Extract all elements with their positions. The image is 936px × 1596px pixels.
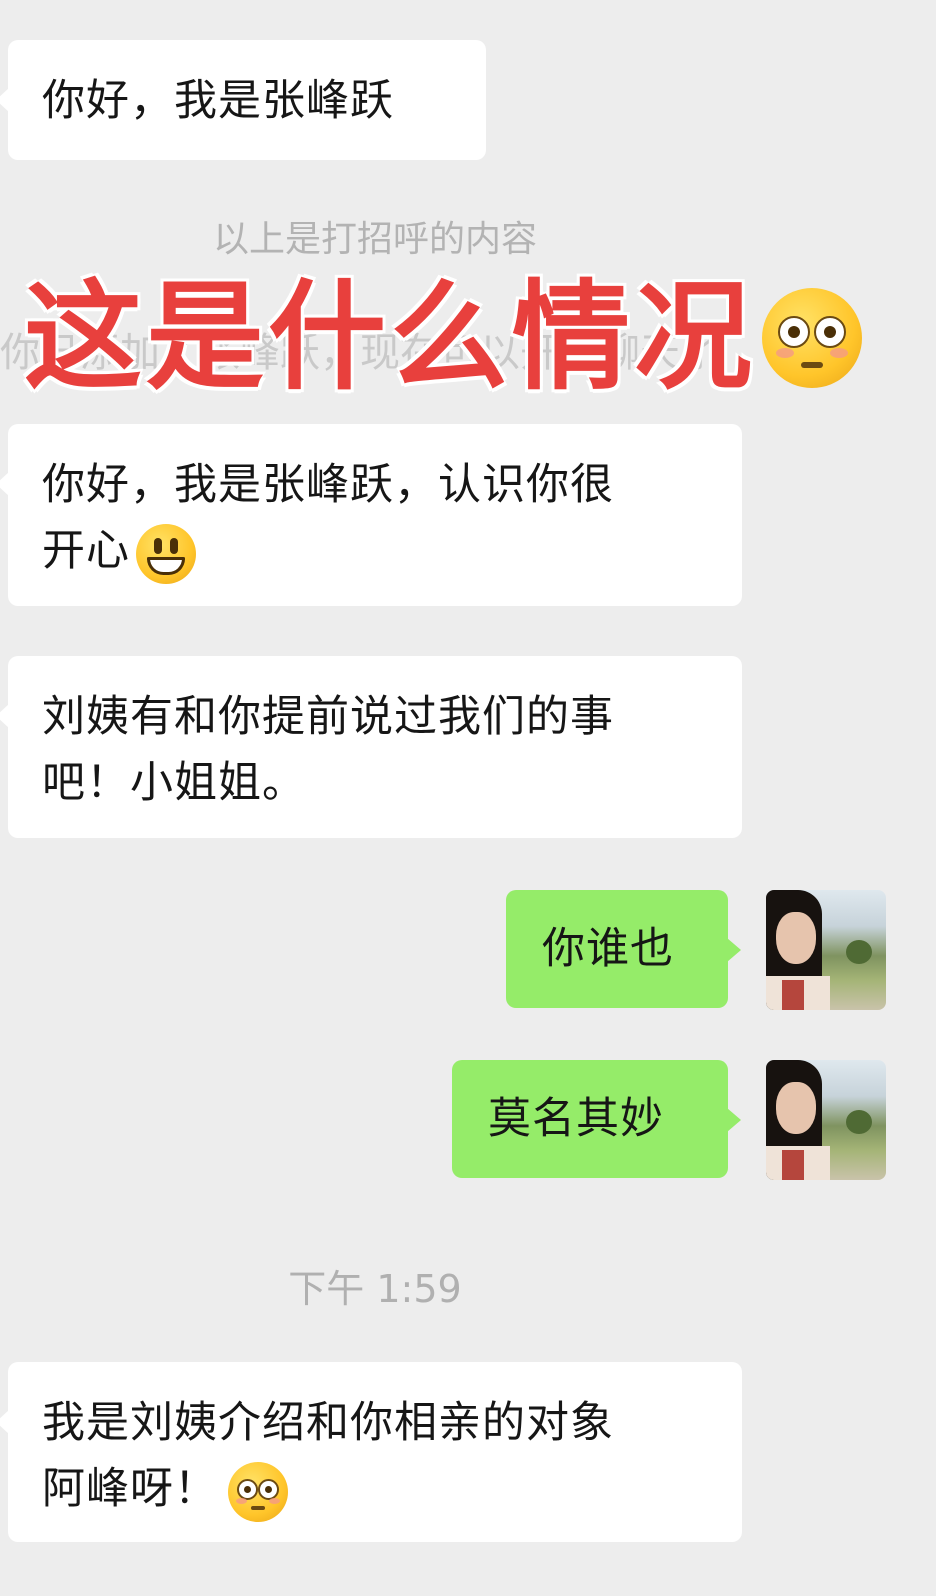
message-text-line: 开心 (42, 518, 708, 584)
incoming-message[interactable]: 你好，我是张峰跃 (0, 40, 486, 160)
flushed-face-icon (228, 1461, 288, 1522)
timestamp: 下午 1:59 (288, 1267, 462, 1311)
message-text: 你好，我是张峰跃 (42, 76, 394, 126)
avatar[interactable] (766, 890, 886, 1010)
overlay-caption: 这是什么情况 (24, 272, 863, 402)
message-text-line: 你好，我是张峰跃，认识你很 (42, 460, 614, 510)
message-text: 开心 (42, 526, 130, 576)
message-text-line: 刘姨有和你提前说过我们的事 (42, 692, 614, 742)
system-note: 以上是打招呼的内容 (212, 219, 537, 260)
message-text: 你谁也 (542, 924, 674, 974)
caption-text: 这是什么情况 (24, 268, 757, 406)
incoming-message[interactable]: 我是刘姨介绍和你相亲的对象 阿峰呀！ (0, 1362, 742, 1542)
message-text-line: 我是刘姨介绍和你相亲的对象 (42, 1398, 614, 1448)
flushed-face-icon (762, 287, 863, 388)
avatar[interactable] (766, 1060, 886, 1180)
message-text-line: 阿峰呀！ (42, 1456, 708, 1522)
incoming-message[interactable]: 刘姨有和你提前说过我们的事 吧！小姐姐。 (0, 656, 742, 838)
grinning-face-icon (136, 523, 196, 584)
message-text: 莫名其妙 (488, 1094, 664, 1144)
chat-area: 你好，我是张峰跃 以上是打招呼的内容 你已添加了张峰跃，现在可以开始聊天了 这是… (0, 0, 936, 1596)
incoming-message[interactable]: 你好，我是张峰跃，认识你很 开心 (0, 424, 742, 606)
message-text-line: 吧！小姐姐。 (42, 758, 306, 808)
outgoing-message[interactable]: 莫名其妙 (452, 1060, 741, 1178)
message-text: 阿峰呀！ (42, 1464, 218, 1514)
outgoing-message[interactable]: 你谁也 (506, 890, 741, 1008)
